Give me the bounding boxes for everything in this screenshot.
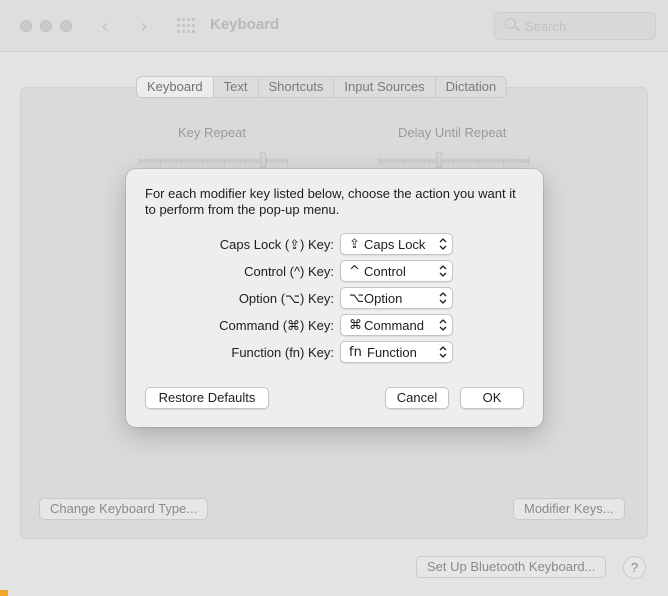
restore-defaults-button[interactable]: Restore Defaults [145,387,269,409]
caps-lock-key-label: Caps Lock (⇪) Key: [219,237,334,252]
command-icon: ⌘ [349,318,362,333]
option-popup[interactable]: ⌥ Option [340,287,453,309]
chevron-up-down-icon [439,238,447,250]
modifier-keys-dialog: For each modifier key listed below, choo… [126,169,543,427]
title-bar: ‹ › Keyboard Search [0,0,668,52]
tab-bar: Keyboard Text Shortcuts Input Sources Di… [136,76,508,98]
search-placeholder: Search [525,19,567,34]
delay-until-repeat-label: Delay Until Repeat [398,125,507,140]
key-repeat-knob[interactable] [260,152,266,168]
option-popup-value: Option [364,291,403,306]
help-button[interactable]: ? [623,556,646,579]
chevron-up-down-icon [439,346,447,358]
modifier-keys-button[interactable]: Modifier Keys... [513,498,625,520]
caps-lock-icon: ⇪ [349,237,360,252]
delay-until-repeat-ticks [379,158,529,166]
caps-lock-popup[interactable]: ⇪ Caps Lock [340,233,453,255]
key-repeat-label: Key Repeat [178,125,246,140]
command-popup-value: Command [364,318,424,333]
tab-shortcuts[interactable]: Shortcuts [257,77,334,97]
control-key-label: Control (^) Key: [244,264,334,279]
chevron-up-down-icon [439,292,447,304]
function-popup[interactable]: fn Function [340,341,453,363]
zoom-window-button[interactable] [60,20,72,32]
function-key-label: Function (fn) Key: [231,345,334,360]
back-arrow-icon[interactable]: ‹ [101,14,109,38]
dialog-message: For each modifier key listed below, choo… [145,186,516,217]
control-popup[interactable]: ^ Control [340,260,453,282]
function-popup-value: Function [367,345,417,360]
chevron-up-down-icon [439,319,447,331]
tab-input-sources[interactable]: Input Sources [333,77,434,97]
ok-button[interactable]: OK [460,387,524,409]
cancel-button[interactable]: Cancel [385,387,449,409]
close-window-button[interactable] [20,20,32,32]
control-icon: ^ [349,264,360,279]
control-popup-value: Control [364,264,406,279]
show-all-grid-icon[interactable] [177,18,195,34]
command-key-label: Command (⌘) Key: [219,318,334,333]
forward-arrow-icon[interactable]: › [140,14,148,38]
system-preferences-window: ‹ › Keyboard Search Keyboard Text Shortc… [0,0,668,596]
caps-lock-popup-value: Caps Lock [364,237,426,252]
search-icon [505,18,516,29]
tab-dictation[interactable]: Dictation [434,77,507,97]
command-popup[interactable]: ⌘ Command [340,314,453,336]
function-icon: fn [349,345,362,360]
window-title: Keyboard [210,16,280,33]
option-key-label: Option (⌥) Key: [238,291,334,306]
delay-until-repeat-knob[interactable] [436,152,442,168]
minimize-window-button[interactable] [40,20,52,32]
set-up-bluetooth-keyboard-button[interactable]: Set Up Bluetooth Keyboard... [416,556,607,578]
corner-accent [0,590,8,596]
chevron-up-down-icon [439,265,447,277]
search-field[interactable]: Search [494,12,656,40]
tab-keyboard[interactable]: Keyboard [137,77,213,97]
change-keyboard-type-button[interactable]: Change Keyboard Type... [39,498,209,520]
option-icon: ⌥ [349,291,364,306]
tab-text[interactable]: Text [212,77,258,97]
